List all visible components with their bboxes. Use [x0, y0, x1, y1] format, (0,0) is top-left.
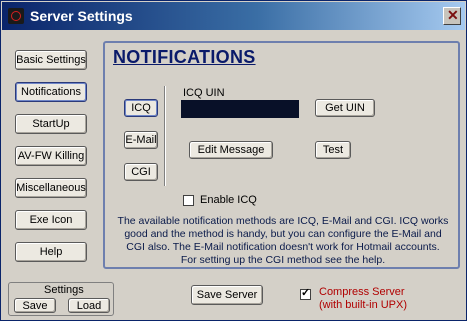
- close-icon: ✕: [447, 7, 459, 23]
- compress-server-checkbox[interactable]: [300, 286, 311, 300]
- window-title: Server Settings: [30, 8, 133, 24]
- nav-startup-button[interactable]: StartUp: [15, 114, 87, 134]
- enable-icq-label: Enable ICQ: [200, 194, 257, 206]
- icq-uin-label: ICQ UIN: [183, 87, 225, 99]
- enable-icq-checkbox[interactable]: [183, 195, 194, 206]
- nav-basic-settings-button[interactable]: Basic Settings: [15, 50, 87, 70]
- close-button[interactable]: ✕: [443, 7, 461, 25]
- method-email-button[interactable]: E-Mail: [124, 131, 158, 149]
- icq-uin-input[interactable]: [181, 100, 299, 118]
- server-settings-window: Server Settings ✕ Basic Settings Notific…: [0, 0, 467, 321]
- save-server-button[interactable]: Save Server: [191, 285, 263, 305]
- method-icq-button[interactable]: ICQ: [124, 99, 158, 117]
- nav-av-fw-killing-button[interactable]: AV-FW Killing: [15, 146, 87, 166]
- notification-description: The available notification methods are I…: [117, 215, 449, 266]
- nav-help-button[interactable]: Help: [15, 242, 87, 262]
- get-uin-button[interactable]: Get UIN: [315, 99, 375, 117]
- compress-server-line2: (with built-in UPX): [319, 299, 408, 311]
- method-cgi-button[interactable]: CGI: [124, 163, 158, 181]
- nav-exe-icon-button[interactable]: Exe Icon: [15, 210, 87, 230]
- compress-server-label: Compress Server (with built-in UPX): [319, 286, 407, 312]
- app-icon: [8, 8, 24, 24]
- test-button[interactable]: Test: [315, 141, 351, 159]
- settings-group-title: Settings: [44, 284, 84, 296]
- settings-save-button[interactable]: Save: [14, 298, 56, 313]
- settings-load-button[interactable]: Load: [68, 298, 110, 313]
- panel-title: NOTIFICATIONS: [113, 47, 256, 67]
- compress-server-line1: Compress Server: [319, 286, 405, 298]
- edit-message-button[interactable]: Edit Message: [189, 141, 273, 159]
- title-bar[interactable]: Server Settings ✕: [2, 2, 465, 30]
- method-separator: [164, 86, 166, 186]
- nav-miscellaneous-button[interactable]: Miscellaneous: [15, 178, 87, 198]
- nav-notifications-button[interactable]: Notifications: [15, 82, 87, 102]
